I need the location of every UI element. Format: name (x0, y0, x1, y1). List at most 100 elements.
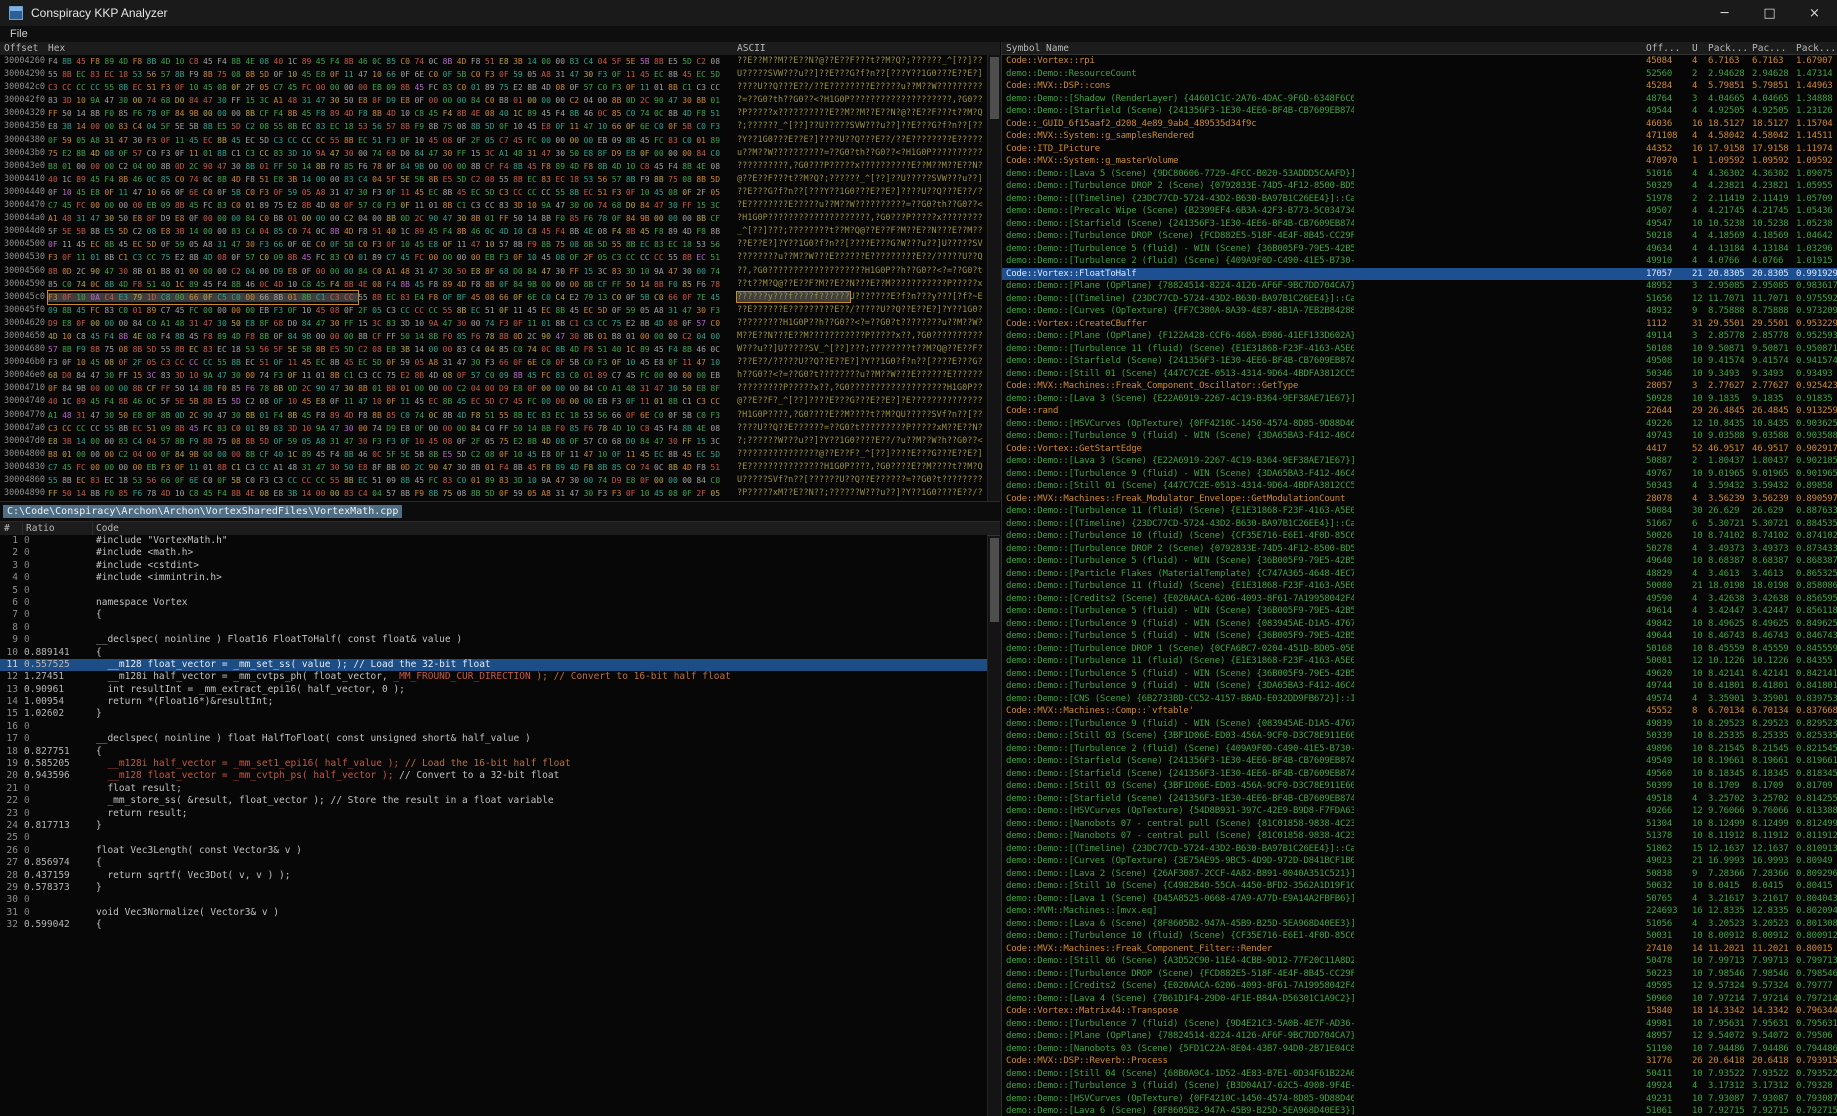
symbol-row[interactable]: demo::Demo::[Turbulence DROP 2 (Scene) {… (1002, 180, 1837, 193)
code-line[interactable]: 30#include <cstdint> (0, 560, 987, 572)
symbol-row[interactable]: demo::Demo::ResourceCount5256022.946282.… (1002, 68, 1837, 81)
hex-row[interactable]: 300043e0B801000000C204008B0D2C9047308B01… (0, 160, 987, 173)
code-line[interactable]: 230 return result; (0, 808, 987, 820)
hex-row[interactable]: 30004290558BEC83EC185356578BF98B75088B5D… (0, 68, 987, 81)
symbol-row[interactable]: Code::MVX::Machines::Comp::`vftable'4555… (1002, 705, 1837, 718)
symbol-row[interactable]: demo::Demo::[HSVCurves (OpTexture) {0FF4… (1002, 418, 1837, 431)
code-line[interactable]: 40#include <immintrin.h> (0, 572, 987, 584)
code-line[interactable]: 50 (0, 585, 987, 597)
hex-row[interactable]: 30004740401C8945F48B460C5F5E5B8BE55DC208… (0, 395, 987, 408)
symbol-row[interactable]: demo::MVM::Machines::[mvx.eq]2246931612.… (1002, 905, 1837, 918)
hex-row[interactable]: 300043b075E28B4D080F57C0F30F11018BC1C3CC… (0, 147, 987, 160)
hex-row[interactable]: 30004890FF50148BF085F6784D10C845F48B4E08… (0, 487, 987, 500)
symbol-row[interactable]: demo::Demo::[Nanobots 07 - central pull … (1002, 818, 1837, 831)
code-line[interactable]: 20#include <math.h> (0, 547, 987, 559)
symbol-row[interactable]: demo::Demo::[Starfield (Scene) {241356F3… (1002, 755, 1837, 768)
symbol-row[interactable]: demo::Demo::[Plane (OpPlane) {78824514-8… (1002, 280, 1837, 293)
hex-row[interactable]: 300044d05F5E5B8BE55DC208E83B14000083C404… (0, 225, 987, 238)
symbol-row[interactable]: demo::Demo::[Turbulence 11 (fluid) (Scen… (1002, 505, 1837, 518)
menu-file[interactable]: File (0, 28, 38, 40)
symbol-row[interactable]: demo::Demo::[Lava 3 (Scene) {E22A6919-22… (1002, 455, 1837, 468)
symbol-row[interactable]: demo::Demo::[Turbulence 10 (fluid) (Scen… (1002, 530, 1837, 543)
symbol-row[interactable]: demo::Demo::[Lava 6 (Scene) {8F8605B2-94… (1002, 1105, 1837, 1116)
hex-scrollbar-thumb[interactable] (990, 57, 999, 119)
symbol-row[interactable]: demo::Demo::[Turbulence 9 (fluid) - WIN … (1002, 718, 1837, 731)
code-line[interactable]: 180.827751{ (0, 746, 987, 758)
symbol-row[interactable]: demo::Demo::[Turbulence DROP (Scene) {FC… (1002, 968, 1837, 981)
hex-row[interactable]: 30004350E83B14000083C4045F5E5B8BE55DC208… (0, 120, 987, 133)
symbol-row[interactable]: demo::Demo::[HSVCurves (OpTexture) {54D8… (1002, 805, 1837, 818)
symbol-row[interactable]: demo::Demo::[Precalc Wipe (Scene) {B2399… (1002, 205, 1837, 218)
code-line[interactable]: 320.599042{ (0, 919, 987, 931)
hex-row[interactable]: 300046b0F30F1045080F2F05C3CCCCCC558BEC51… (0, 356, 987, 369)
symbol-row[interactable]: demo::Demo::[HSVCurves (OpTexture) {0FF4… (1002, 1093, 1837, 1106)
symbol-row[interactable]: demo::Demo::[Starfield (Scene) {241356F3… (1002, 768, 1837, 781)
symbol-row[interactable]: demo::Demo::[Turbulence 10 (fluid) (Scen… (1002, 930, 1837, 943)
symbol-row[interactable]: demo::Demo::[Turbulence 11 (fluid) (Scen… (1002, 580, 1837, 593)
symbol-row[interactable]: demo::Demo::[Curves (OpTexture) {FF7C380… (1002, 305, 1837, 318)
hex-row[interactable]: 300045f0098B45FC83C00189C745FC00000000EB… (0, 304, 987, 317)
symbol-row[interactable]: demo::Demo::[Lava 6 (Scene) {8F8605B2-94… (1002, 918, 1837, 931)
symbol-row[interactable]: Code::MVX::Machines::Freak_Component_Fil… (1002, 943, 1837, 956)
symbol-row[interactable]: demo::Demo::[Still 10 (Scene) {C4982B40-… (1002, 880, 1837, 893)
symbol-row[interactable]: demo::Demo::[Turbulence 2 (fluid) (Scene… (1002, 255, 1837, 268)
code-line[interactable]: 151.02602} (0, 708, 987, 720)
symbol-row[interactable]: demo::Demo::[Still 01 (Scene) {447C7C2E-… (1002, 368, 1837, 381)
code-line[interactable]: 240.817713} (0, 820, 987, 832)
code-line[interactable]: 160 (0, 721, 987, 733)
symbol-row[interactable]: demo::Demo::[Starfield (Scene) {241356F3… (1002, 105, 1837, 118)
symbol-row[interactable]: demo::Demo::[Turbulence DROP 1 (Scene) {… (1002, 643, 1837, 656)
hex-row[interactable]: 300042f0833D109A4730007468D0844730FF153C… (0, 94, 987, 107)
close-button[interactable]: × (1792, 0, 1837, 26)
symbol-row[interactable]: demo::Demo::[Turbulence 11 (fluid) (Scen… (1002, 655, 1837, 668)
hex-row[interactable]: 3000459085C0740C8B4DF851401C8945F48B460C… (0, 278, 987, 291)
code-line[interactable]: 141.00954 return *(Float16*)&resultInt; (0, 696, 987, 708)
code-line[interactable]: 200.943596 __m128 float_vector = _mm_cvt… (0, 770, 987, 782)
symbol-row[interactable]: demo::Demo::[Particle Flakes (MaterialTe… (1002, 568, 1837, 581)
hex-row[interactable]: 30004800B801000000C204000F849B0000008BCF… (0, 448, 987, 461)
code-line[interactable]: 130.90961 int resultInt = _mm_extract_ep… (0, 684, 987, 696)
symbol-row[interactable]: demo::Demo::[Shadow (RenderLayer) {44601… (1002, 93, 1837, 106)
hex-row[interactable]: 300047d0E83B14000083C404578BF98B75088B5D… (0, 435, 987, 448)
code-line[interactable]: 110.557525 __m128 float_vector = _mm_set… (0, 659, 987, 671)
symbol-row[interactable]: Code::MVX::DSP::Reverb::Process317762620… (1002, 1055, 1837, 1068)
hex-row[interactable]: 30004860558BEC83EC185356660F6EC00F5BC0F3… (0, 474, 987, 487)
symbol-row[interactable]: Code::MVX::System::g_samplesRendered4711… (1002, 130, 1837, 143)
symbol-row[interactable]: Code::Vortex::rpi4508446.71636.71631.679… (1002, 55, 1837, 68)
hex-row[interactable]: 300047100F849B0000008BCFFF50148BF085F678… (0, 382, 987, 395)
symbol-row[interactable]: demo::Demo::[(Timeline) {23DC77CD-5724-4… (1002, 843, 1837, 856)
hex-row[interactable]: 30004680578BF98B75088B5D558BEC83EC185356… (0, 343, 987, 356)
hex-row[interactable]: 300046504D10C845F48B4E08F48B45F8894DF88B… (0, 330, 987, 343)
symbol-row[interactable]: demo::Demo::[Still 01 (Scene) {447C7C2E-… (1002, 480, 1837, 493)
hex-row[interactable]: 30004830C745FC00000000EBF30F11018BC1C3CC… (0, 461, 987, 474)
symbol-row[interactable]: demo::Demo::[Turbulence 3 (fluid) (Scene… (1002, 1080, 1837, 1093)
code-line[interactable]: 121.27451 __m128i half_vector = _mm_cvtp… (0, 671, 987, 683)
symbol-row[interactable]: demo::Demo::[Still 03 (Scene) {3BF1D06E-… (1002, 780, 1837, 793)
symbol-row[interactable]: Code::MVX::DSP::cons4528445.798515.79851… (1002, 80, 1837, 93)
maximize-button[interactable]: □ (1747, 0, 1792, 26)
code-line[interactable]: 100.889141{ (0, 647, 987, 659)
symbol-row[interactable]: demo::Demo::[(Timeline) {23DC77CD-5724-4… (1002, 293, 1837, 306)
symbol-row[interactable]: demo::Demo::[Turbulence 9 (fluid) - WIN … (1002, 430, 1837, 443)
code-line[interactable]: 260float Vec3Length( const Vector3& v ) (0, 845, 987, 857)
symbol-row[interactable]: demo::Demo::[Lava 1 (Scene) {D45A8525-06… (1002, 893, 1837, 906)
hex-scrollbar[interactable] (987, 55, 1001, 501)
symbol-row[interactable]: demo::Demo::[Starfield (Scene) {241356F3… (1002, 355, 1837, 368)
code-line[interactable]: 220 _mm_store_ss( &result, float_vector … (0, 795, 987, 807)
code-line[interactable]: 90__declspec( noinline ) Float16 FloatTo… (0, 634, 987, 646)
symbol-row[interactable]: demo::Demo::[Lava 5 (Scene) {9DC80606-77… (1002, 168, 1837, 181)
code-line[interactable]: 250 (0, 832, 987, 844)
symbol-row[interactable]: demo::Demo::[Nanobots 07 - central pull … (1002, 830, 1837, 843)
code-line[interactable]: 70{ (0, 609, 987, 621)
symbol-row[interactable]: Code::_GUID_6f15aaf2_d208_4e89_9ab4_4895… (1002, 118, 1837, 131)
symbol-row[interactable]: Code::rand226442926.484526.48450.913259 (1002, 405, 1837, 418)
symbol-row[interactable]: demo::Demo::[Still 04 (Scene) {68B0A9C4-… (1002, 1068, 1837, 1081)
symbol-row[interactable]: demo::Demo::[Nanobots 03 (Scene) {5FD1C2… (1002, 1043, 1837, 1056)
symbol-row[interactable]: demo::Demo::[Turbulence 5 (fluid) - WIN … (1002, 630, 1837, 643)
symbol-row[interactable]: demo::Demo::[Turbulence 5 (fluid) - WIN … (1002, 243, 1837, 256)
hex-row[interactable]: 30004770A14831473050E88F8B0D2C9047308B01… (0, 409, 987, 422)
hex-row[interactable]: 30004620D9E80F00000084C0A14831473050E88F… (0, 317, 987, 330)
symbol-row[interactable]: Code::MVX::System::g_masterVolume4709701… (1002, 155, 1837, 168)
code-line[interactable]: 270.856974{ (0, 857, 987, 869)
hex-row[interactable]: 300044400F1045E80F114710660F6EC00F5BC0F3… (0, 186, 987, 199)
